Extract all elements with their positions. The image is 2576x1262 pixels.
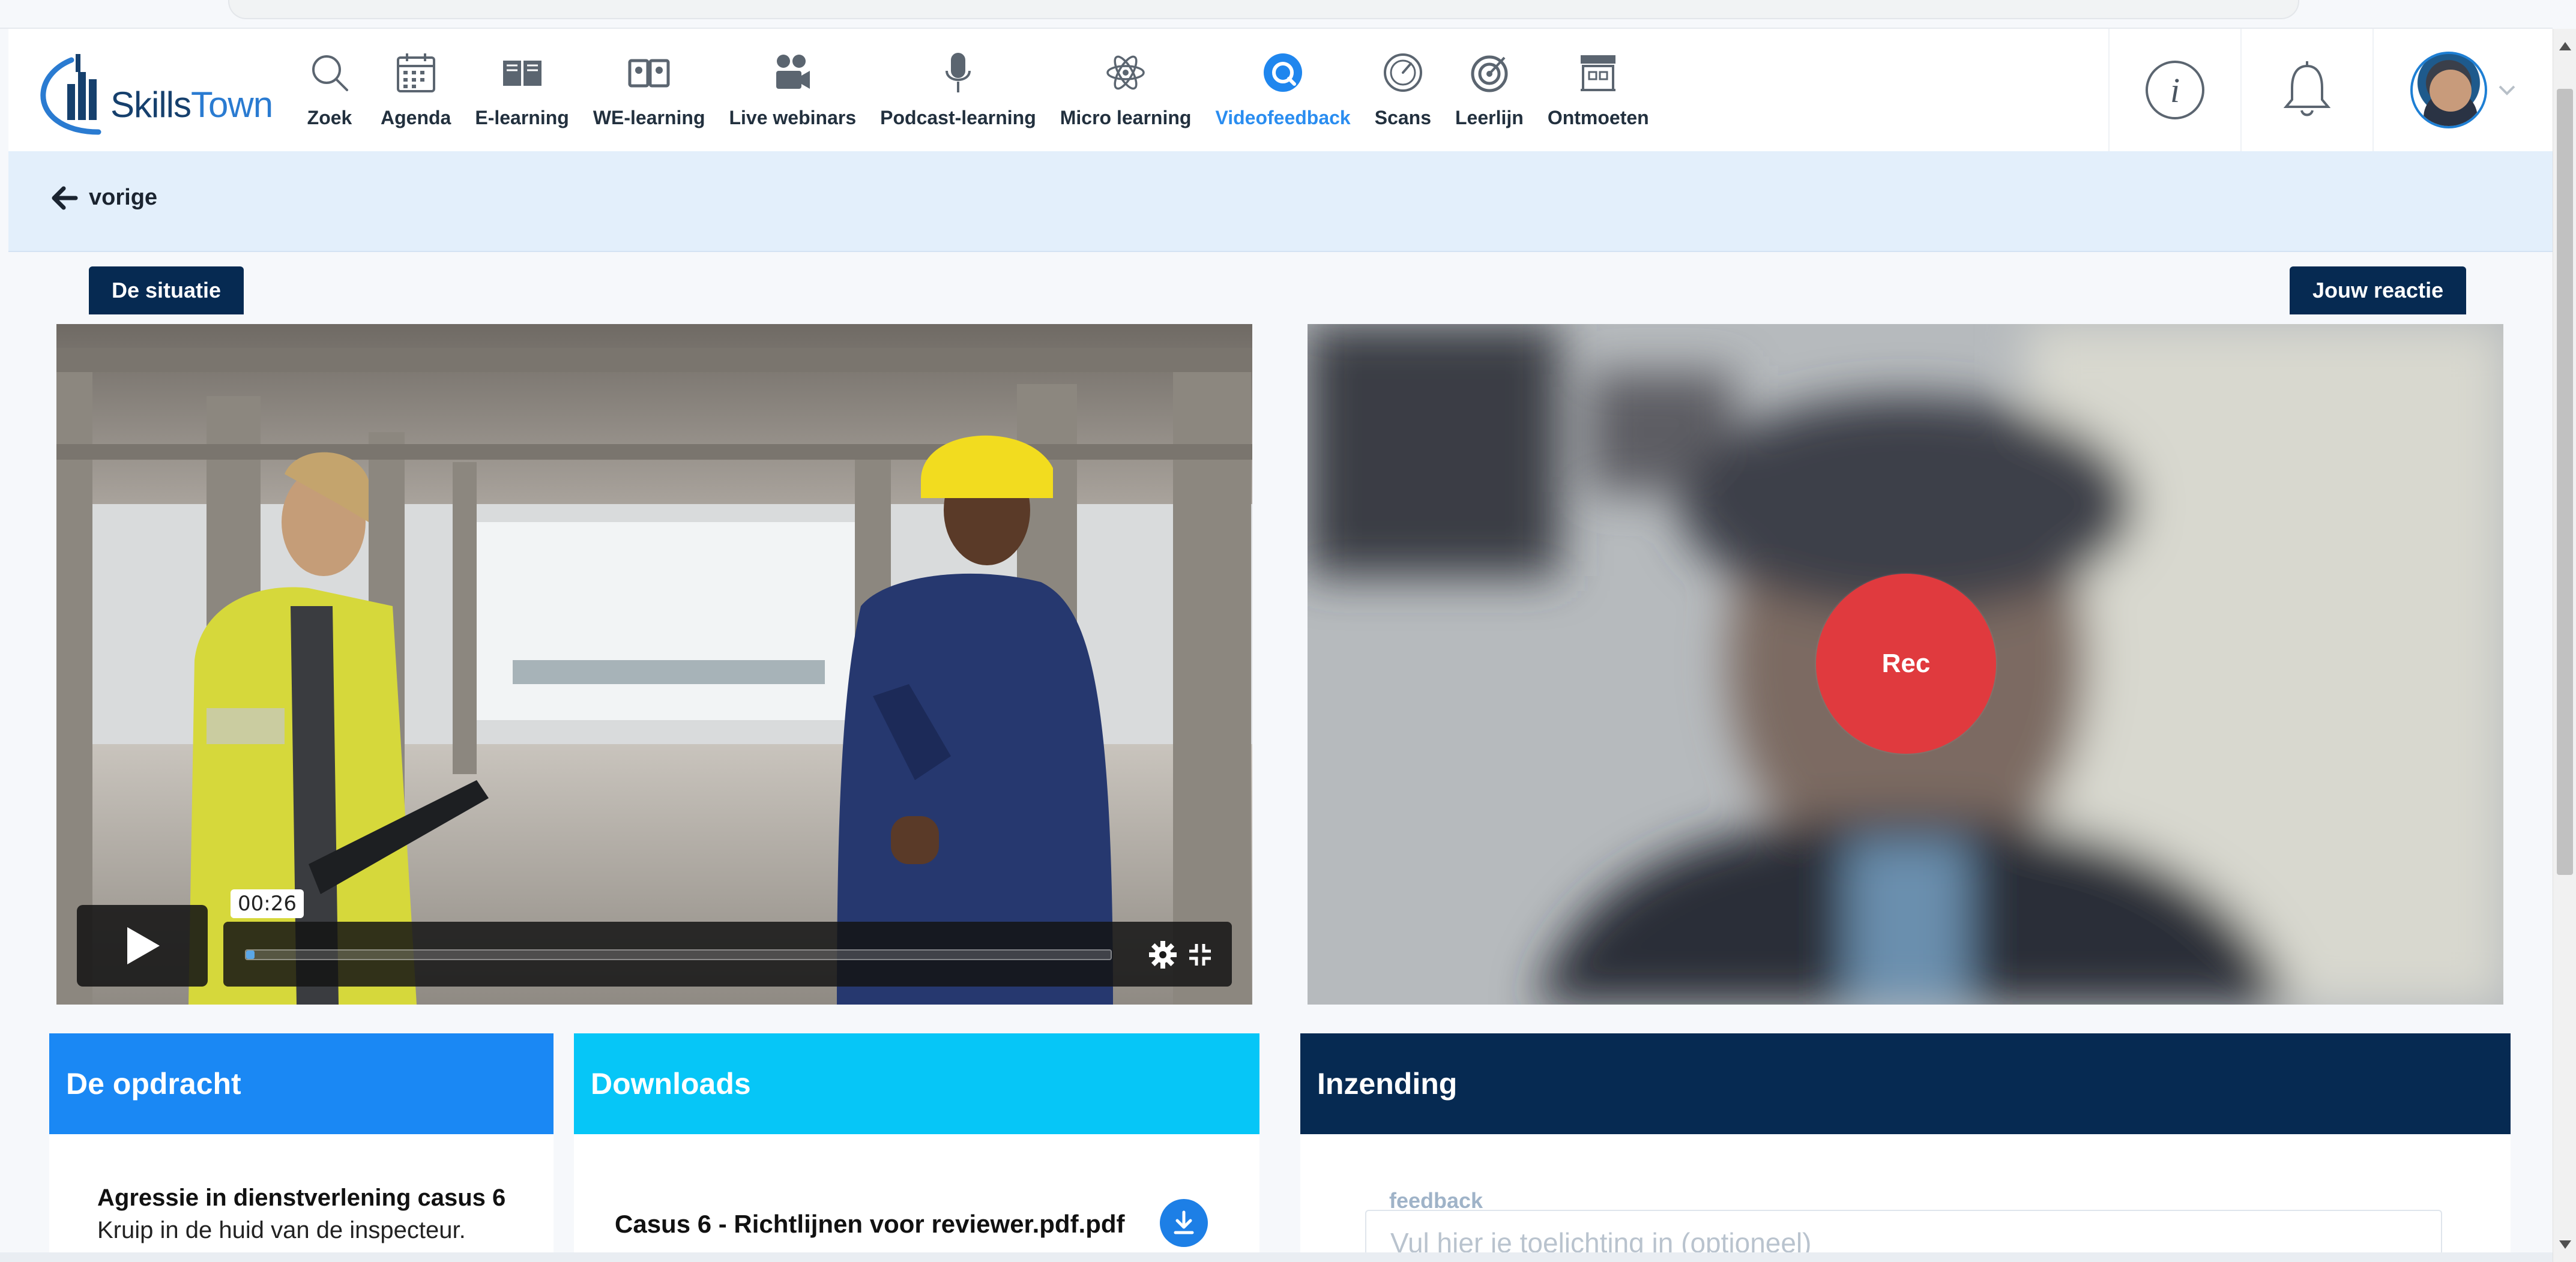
- site-header: SkillsTown Zoek Agenda E-learning WE-lea…: [8, 29, 2553, 151]
- gear-icon: [1149, 941, 1177, 969]
- nav-item-agenda[interactable]: Agenda: [369, 41, 463, 149]
- search-icon: [303, 46, 357, 100]
- browser-url-bar[interactable]: [228, 0, 2299, 19]
- download-button[interactable]: [1160, 1199, 1208, 1247]
- reaction-tab: Jouw reactie: [2290, 266, 2467, 314]
- nav-label: Scans: [1374, 107, 1431, 128]
- back-button[interactable]: vorige: [50, 185, 157, 211]
- opdracht-header: De opdracht: [49, 1033, 554, 1134]
- video-controls: 00:26: [77, 889, 1232, 987]
- nav-label: Podcast-learning: [880, 107, 1036, 128]
- logo-text: SkillsTown: [110, 85, 273, 125]
- page-scrollbar[interactable]: [2553, 29, 2576, 1262]
- microphone-icon: [931, 46, 985, 100]
- nav-item-micro-learning[interactable]: Micro learning: [1048, 41, 1204, 149]
- nav-item-podcast-learning[interactable]: Podcast-learning: [868, 41, 1048, 149]
- book-icon: [495, 46, 549, 100]
- download-icon: [1174, 1210, 1194, 1234]
- play-icon: [127, 927, 160, 964]
- nav-label: Zoek: [307, 107, 352, 128]
- logo-mark-icon: [40, 54, 101, 135]
- play-button[interactable]: [77, 905, 208, 987]
- bell-icon: [2283, 61, 2331, 116]
- header-actions: i: [2108, 29, 2553, 151]
- info-button[interactable]: i: [2108, 29, 2240, 151]
- webcam-preview: Rec: [1308, 324, 2503, 1005]
- nav-label: Ontmoeten: [1547, 107, 1649, 128]
- nav-label: Agenda: [381, 107, 451, 128]
- videofeedback-icon: [1256, 46, 1310, 100]
- nav-label: Leerlijn: [1455, 107, 1524, 128]
- download-file-name[interactable]: Casus 6 - Richtlijnen voor reviewer.pdf.…: [615, 1210, 1125, 1239]
- inzending-card: Inzending feedback: [1300, 1033, 2511, 1262]
- bottom-edge: [0, 1252, 2553, 1262]
- nav-item-scans[interactable]: Scans: [1363, 41, 1443, 149]
- nav-item-ontmoeten[interactable]: Ontmoeten: [1536, 41, 1661, 149]
- atom-icon: [1099, 46, 1153, 100]
- nav-item-e-learning[interactable]: E-learning: [463, 41, 581, 149]
- nav-item-zoek[interactable]: Zoek: [291, 41, 369, 149]
- main-nav: Zoek Agenda E-learning WE-learning Live …: [291, 41, 1661, 149]
- situation-tab: De situatie: [89, 266, 244, 314]
- task-title: Agressie in dienstverlening casus 6: [97, 1185, 506, 1211]
- gauge-icon: [1376, 46, 1430, 100]
- nav-label: Videofeedback: [1215, 107, 1351, 128]
- task-description: Kruip in de huid van de inspecteur.: [97, 1217, 466, 1243]
- open-book-icon: [622, 46, 676, 100]
- progress-fill: [246, 951, 255, 959]
- info-icon: i: [2146, 61, 2204, 119]
- scroll-thumb[interactable]: [2557, 89, 2573, 875]
- nav-item-leerlijn[interactable]: Leerlijn: [1443, 41, 1536, 149]
- target-icon: [1462, 46, 1516, 100]
- settings-button[interactable]: [1148, 940, 1178, 970]
- fullscreen-icon: [1189, 944, 1211, 966]
- page: SkillsTown Zoek Agenda E-learning WE-lea…: [0, 0, 2576, 1262]
- inzending-header: Inzending: [1300, 1033, 2511, 1134]
- opdracht-card: De opdracht Agressie in dienstverlening …: [49, 1033, 554, 1262]
- control-bar: [223, 922, 1232, 987]
- svg-text:i: i: [2170, 71, 2180, 110]
- record-button[interactable]: Rec: [1816, 574, 1996, 754]
- nav-item-we-learning[interactable]: WE-learning: [581, 41, 717, 149]
- skillstown-logo[interactable]: SkillsTown: [38, 42, 273, 150]
- nav-label: Live webinars: [729, 107, 857, 128]
- nav-label: Micro learning: [1060, 107, 1192, 128]
- downloads-card: Downloads Casus 6 - Richtlijnen voor rev…: [574, 1033, 1259, 1262]
- scroll-up-arrow[interactable]: [2559, 42, 2571, 50]
- nav-label: E-learning: [475, 107, 569, 128]
- store-icon: [1571, 46, 1625, 100]
- nav-item-live-webinars[interactable]: Live webinars: [717, 41, 868, 149]
- chevron-down-icon: [2499, 85, 2515, 95]
- back-label: vorige: [89, 185, 158, 210]
- fullscreen-button[interactable]: [1185, 940, 1215, 970]
- calendar-icon: [389, 46, 443, 100]
- avatar: [2410, 52, 2487, 128]
- back-bar: vorige: [8, 151, 2553, 252]
- progress-bar[interactable]: [245, 949, 1112, 960]
- nav-label: WE-learning: [593, 107, 705, 128]
- video-camera-icon: [765, 46, 819, 100]
- nav-item-videofeedback[interactable]: Videofeedback: [1203, 41, 1362, 149]
- user-menu[interactable]: [2372, 29, 2553, 151]
- time-tooltip: 00:26: [231, 889, 304, 918]
- situation-video[interactable]: 00:26: [56, 324, 1252, 1005]
- arrow-left-icon: [52, 186, 78, 209]
- scroll-down-arrow[interactable]: [2559, 1240, 2571, 1249]
- notifications-button[interactable]: [2240, 29, 2372, 151]
- downloads-header: Downloads: [574, 1033, 1259, 1134]
